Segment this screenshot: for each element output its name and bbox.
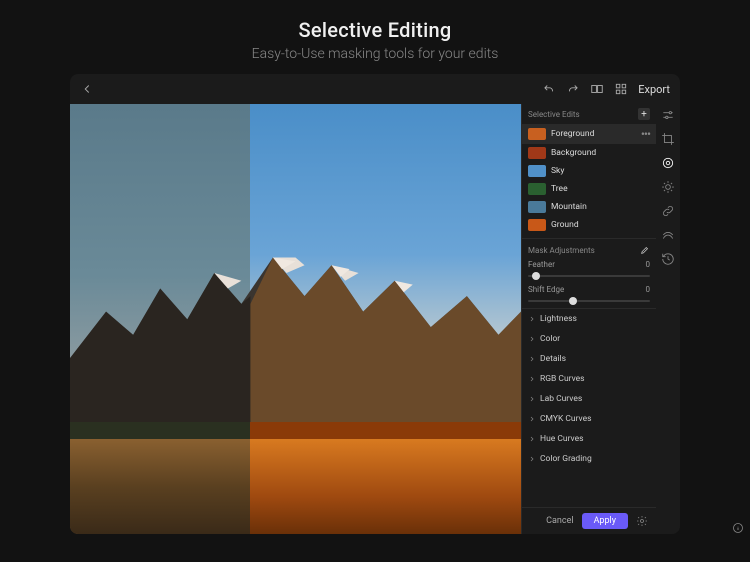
accordion-label: RGB Curves (540, 374, 585, 384)
redo-button[interactable] (566, 82, 580, 96)
layer-name: Foreground (551, 129, 636, 139)
layer-thumb (528, 219, 546, 231)
accordion-item[interactable]: Lab Curves (522, 389, 656, 409)
layer-row[interactable]: Foreground ••• (522, 124, 656, 144)
tool-strip (656, 104, 680, 534)
settings-icon[interactable] (636, 515, 648, 527)
hero-title: Selective Editing (0, 18, 750, 42)
mask-adjustments-header: Mask Adjustments (522, 238, 656, 258)
add-layer-button[interactable]: + (638, 108, 650, 120)
link-icon[interactable] (661, 204, 675, 218)
layer-row[interactable]: Tree (522, 180, 656, 198)
apply-button[interactable]: Apply (582, 513, 628, 529)
layer-thumb (528, 183, 546, 195)
chevron-right-icon (528, 315, 536, 323)
undo-button[interactable] (542, 82, 556, 96)
layer-name: Mountain (551, 202, 650, 212)
effects-icon[interactable] (661, 228, 675, 242)
accordion-item[interactable]: Hue Curves (522, 429, 656, 449)
accordion-label: Hue Curves (540, 434, 584, 444)
back-button[interactable] (80, 82, 94, 96)
hero: Selective Editing Easy-to-Use masking to… (0, 0, 750, 74)
selective-edit-icon[interactable] (661, 156, 675, 170)
accordion-item[interactable]: CMYK Curves (522, 409, 656, 429)
compare-toggle-icon[interactable] (590, 82, 604, 96)
accordion-item[interactable]: Details (522, 349, 656, 369)
accordion-item[interactable]: Lightness (522, 309, 656, 329)
hero-subtitle: Easy-to-Use masking tools for your edits (0, 46, 750, 62)
chevron-right-icon (528, 395, 536, 403)
chevron-right-icon (528, 415, 536, 423)
layer-thumb (528, 147, 546, 159)
layer-row[interactable]: Sky (522, 162, 656, 180)
layer-name: Tree (551, 184, 650, 194)
layer-name: Background (551, 148, 650, 158)
accordion-item[interactable]: RGB Curves (522, 369, 656, 389)
shift-edge-slider[interactable]: Shift Edge0 (522, 283, 656, 308)
image-canvas[interactable] (70, 104, 521, 534)
chevron-right-icon (528, 335, 536, 343)
light-icon[interactable] (661, 180, 675, 194)
chevron-right-icon (528, 435, 536, 443)
accordion-label: Lab Curves (540, 394, 582, 404)
cancel-button[interactable]: Cancel (546, 516, 573, 526)
feather-slider[interactable]: Feather0 (522, 258, 656, 283)
layer-name: Sky (551, 166, 650, 176)
accordion-label: Color Grading (540, 454, 592, 464)
chevron-right-icon (528, 455, 536, 463)
layer-menu-icon[interactable]: ••• (641, 127, 650, 141)
toolbar: Export (70, 74, 680, 104)
layer-row[interactable]: Background (522, 144, 656, 162)
layer-thumb (528, 201, 546, 213)
panel-footer: Cancel Apply (522, 507, 656, 534)
layer-thumb (528, 165, 546, 177)
layer-name: Ground (551, 220, 650, 230)
accordion-item[interactable]: Color Grading (522, 449, 656, 469)
edit-panel: Selective Edits + Foreground ••• Backgroun… (521, 104, 656, 534)
accordion-label: Lightness (540, 314, 577, 324)
accordion-label: Color (540, 334, 560, 344)
panel-section-header: Selective Edits + (522, 104, 656, 124)
brush-icon[interactable] (640, 245, 650, 255)
adjustments-icon[interactable] (661, 108, 675, 122)
chevron-right-icon (528, 355, 536, 363)
layer-thumb (528, 128, 546, 140)
app-window: Export (70, 74, 680, 534)
layer-row[interactable]: Mountain (522, 198, 656, 216)
accordion-label: CMYK Curves (540, 414, 592, 424)
accordion-label: Details (540, 354, 566, 364)
export-button[interactable]: Export (638, 83, 670, 96)
grid-icon[interactable] (614, 82, 628, 96)
panel-section-title: Selective Edits (528, 110, 580, 119)
crop-icon[interactable] (661, 132, 675, 146)
history-icon[interactable] (661, 252, 675, 266)
layer-row[interactable]: Ground (522, 216, 656, 234)
accordion-item[interactable]: Color (522, 329, 656, 349)
chevron-right-icon (528, 375, 536, 383)
